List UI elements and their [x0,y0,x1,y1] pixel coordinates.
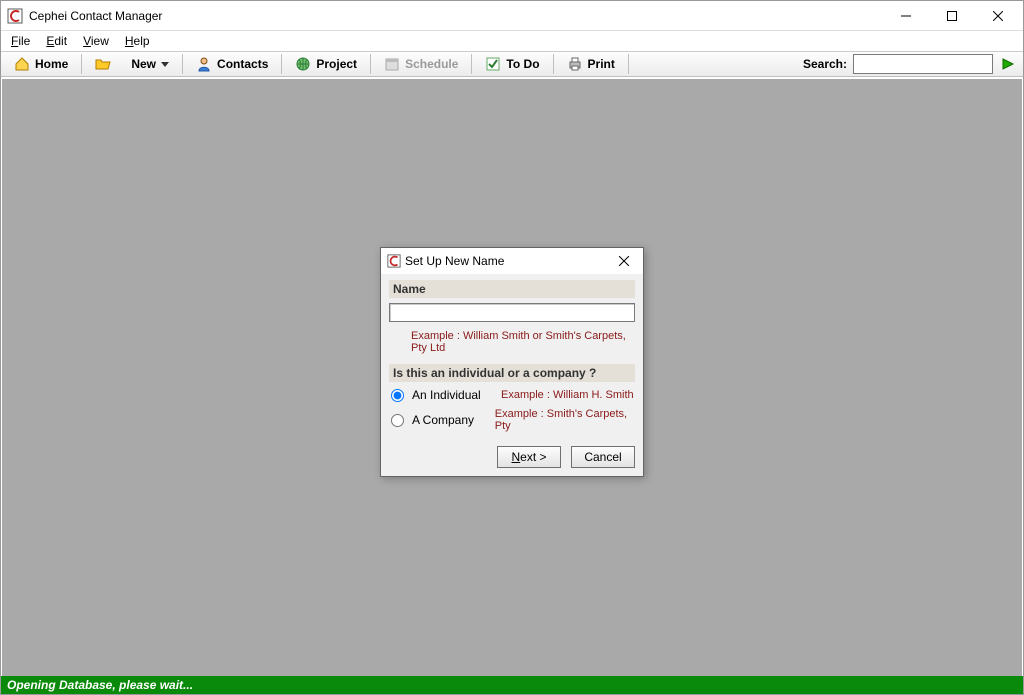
company-radio-label: A Company [412,413,491,427]
dropdown-arrow-icon [161,56,169,72]
window-titlebar: Cephei Contact Manager [1,1,1023,31]
app-icon [7,8,23,24]
dialog-close-button[interactable] [609,248,639,274]
toolbar-separator [553,54,554,74]
contacts-label: Contacts [217,57,268,71]
window-close-button[interactable] [975,1,1021,31]
search-input[interactable] [853,54,993,74]
dialog-title: Set Up New Name [405,254,504,268]
print-button[interactable]: Print [558,53,624,75]
toolbar-separator [281,54,282,74]
individual-radio-label: An Individual [412,388,497,402]
folder-open-icon [95,56,111,72]
next-button[interactable]: Next > [497,446,561,468]
search-label: Search: [803,57,847,71]
name-example-text: Example : William Smith or Smith's Carpe… [411,330,635,354]
toolbar-separator [628,54,629,74]
status-bar: Opening Database, please wait... [1,676,1023,694]
new-label: New [131,57,156,71]
status-text: Opening Database, please wait... [7,678,193,692]
menu-help[interactable]: Help [119,32,156,50]
toolbar-separator [471,54,472,74]
home-label: Home [35,57,68,71]
toolbar-separator [182,54,183,74]
contacts-button[interactable]: Contacts [187,53,277,75]
toolbar-separator [370,54,371,74]
todo-label: To Do [506,57,539,71]
name-section-heading: Name [389,280,635,298]
home-icon [14,56,30,72]
menu-file[interactable]: File [5,32,36,50]
menu-edit[interactable]: Edit [40,32,73,50]
individual-example-text: Example : William H. Smith [501,389,634,401]
todo-button[interactable]: To Do [476,53,548,75]
print-label: Print [588,57,615,71]
search-area: Search: [803,54,1019,74]
type-section-heading: Is this an individual or a company ? [389,364,635,382]
dialog-titlebar: Set Up New Name [381,248,643,274]
menu-view[interactable]: View [77,32,115,50]
project-button[interactable]: Project [286,53,366,75]
toolbar-separator [81,54,82,74]
project-label: Project [316,57,357,71]
window-title: Cephei Contact Manager [29,9,162,23]
schedule-label: Schedule [405,57,458,71]
new-button[interactable]: New [122,53,178,75]
printer-icon [567,56,583,72]
person-icon [196,56,212,72]
cancel-button[interactable]: Cancel [571,446,635,468]
individual-radio[interactable] [391,389,404,402]
schedule-button[interactable]: Schedule [375,53,467,75]
home-button[interactable]: Home [5,53,77,75]
new-folder-button[interactable] [86,53,120,75]
toolbar: Home New Contacts Project Schedule [1,51,1023,77]
search-go-button[interactable] [999,55,1017,73]
window-maximize-button[interactable] [929,1,975,31]
company-example-text: Example : Smith's Carpets, Pty [495,408,635,432]
company-radio[interactable] [391,414,404,427]
globe-icon [295,56,311,72]
setup-new-name-dialog: Set Up New Name Name Example : William S… [380,247,644,477]
menubar: File Edit View Help [1,31,1023,51]
window-minimize-button[interactable] [883,1,929,31]
checklist-icon [485,56,501,72]
calendar-icon [384,56,400,72]
dialog-app-icon [387,254,401,268]
name-input[interactable] [389,303,635,322]
